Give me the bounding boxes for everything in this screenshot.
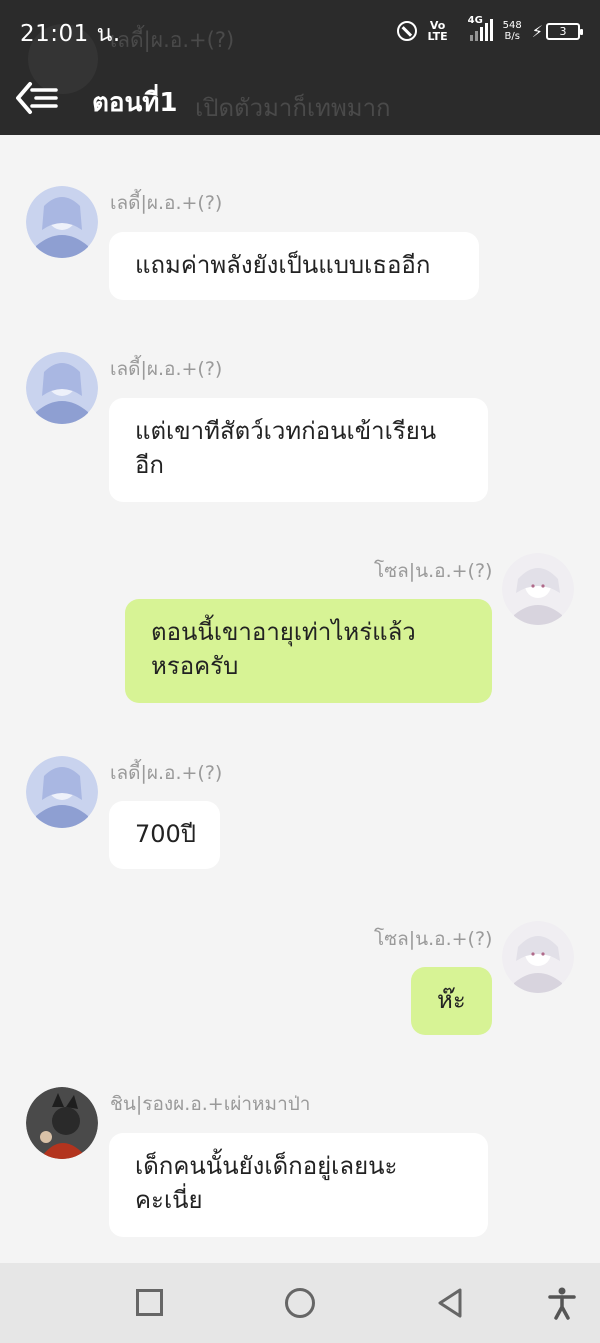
volte-icon: Vo LTE: [427, 19, 448, 43]
system-nav-bar: [0, 1263, 600, 1343]
charging-bolt-icon: ⚡: [531, 21, 543, 41]
battery-icon: ⚡ 3: [531, 21, 583, 41]
avatar-shin[interactable]: [26, 1087, 98, 1159]
sender-name: โซล|น.อ.+(?): [374, 928, 493, 950]
sender-name: ชิน|รองผ.อ.+เผ่าหมาป่า: [110, 1093, 311, 1115]
signal-icon: 4G: [468, 15, 493, 41]
message-bubble-outgoing: ตอนนี้เขาอายุเท่าไหร่แล้ว หรอครับ: [125, 599, 492, 703]
recents-square-icon[interactable]: [132, 1285, 168, 1321]
ghost-sender-name: เลดี้|ผ.อ.+(?): [110, 28, 235, 52]
ghost-message-text: เปิดตัวมาก็เทพมาก: [195, 94, 391, 122]
message-bubble: 700ปี: [109, 801, 220, 869]
sender-name: เลดี้|ผ.อ.+(?): [110, 358, 223, 380]
app-header: เลดี้|ผ.อ.+(?) เปิดตัวมาก็เทพมาก 21:01 น…: [0, 0, 600, 135]
status-icons: Vo LTE 4G 548 B/s ⚡ 3: [397, 15, 583, 46]
avatar-lady[interactable]: [26, 756, 98, 828]
avatar-lady[interactable]: [26, 186, 98, 258]
sender-name: เลดี้|ผ.อ.+(?): [110, 192, 223, 214]
battery-level: 3: [546, 22, 583, 40]
page-title: ตอนที่1: [92, 88, 178, 118]
network-type: 4G: [467, 15, 483, 26]
sender-name: เลดี้|ผ.อ.+(?): [110, 762, 223, 784]
back-menu-button[interactable]: [14, 76, 62, 120]
message-bubble: แถมค่าพลังยังเป็นแบบเธออีก: [109, 232, 479, 300]
avatar-soul[interactable]: [502, 921, 574, 993]
message-bubble-outgoing: ห๊ะ: [411, 967, 492, 1035]
back-triangle-icon[interactable]: [432, 1285, 468, 1321]
home-circle-icon[interactable]: [282, 1285, 318, 1321]
avatar-lady[interactable]: [26, 352, 98, 424]
status-time: 21:01 น.: [20, 21, 121, 47]
message-bubble: เด็กคนนั้นยังเด็กอยู่เลยนะ คะเนี่ย: [109, 1133, 488, 1237]
avatar-soul[interactable]: [502, 553, 574, 625]
sender-name: โซล|น.อ.+(?): [374, 560, 493, 582]
back-list-icon: [16, 82, 58, 114]
network-speed: 548 B/s: [502, 20, 522, 42]
accessibility-icon[interactable]: [544, 1285, 580, 1321]
do-not-disturb-icon: [397, 21, 418, 41]
message-bubble: แต่เขาทีสัตว์เวทก่อนเข้าเรียน อีก: [109, 398, 488, 502]
